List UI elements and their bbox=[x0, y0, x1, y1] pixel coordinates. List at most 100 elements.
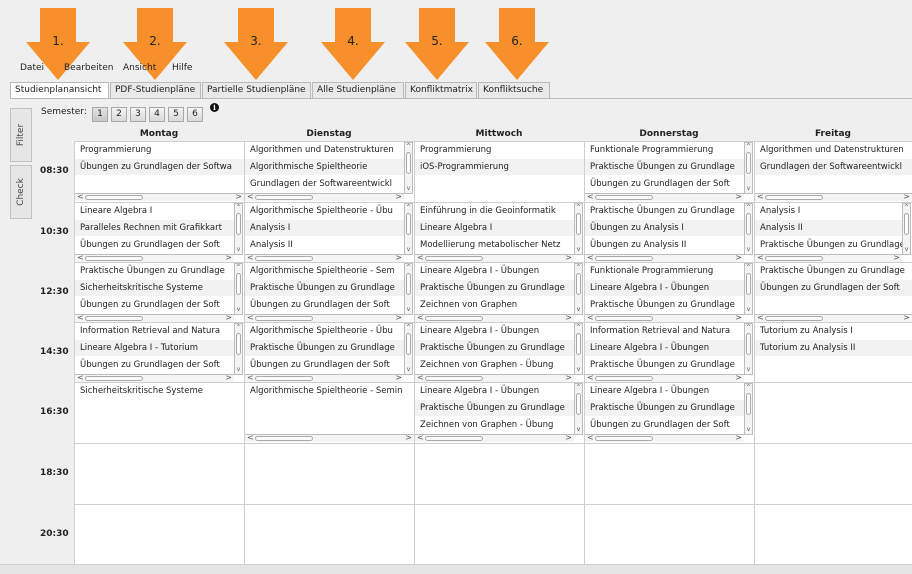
semester-button-2[interactable]: 2 bbox=[111, 107, 127, 122]
horizontal-scrollbar[interactable]: < > bbox=[75, 192, 244, 201]
course-entry[interactable]: Programmierung bbox=[420, 145, 491, 155]
course-entry[interactable]: Lineare Algebra I - Übungen bbox=[420, 266, 539, 276]
horizontal-scrollbar[interactable]: < > bbox=[415, 313, 574, 322]
scroll-right-arrow[interactable]: > bbox=[235, 192, 242, 201]
scroll-down-arrow[interactable]: v bbox=[405, 246, 412, 253]
semester-button-3[interactable]: 3 bbox=[130, 107, 146, 122]
course-entry[interactable]: Übungen zu Grundlagen der Soft bbox=[250, 300, 390, 310]
scroll-left-arrow[interactable]: < bbox=[587, 313, 594, 322]
horizontal-scrollbar[interactable]: < > bbox=[585, 192, 744, 201]
scroll-thumb[interactable] bbox=[576, 273, 581, 295]
course-entry[interactable]: Zeichnen von Graphen - Übung bbox=[420, 420, 553, 430]
scroll-left-arrow[interactable]: < bbox=[77, 192, 84, 201]
scroll-right-arrow[interactable]: > bbox=[395, 373, 402, 382]
scroll-thumb[interactable] bbox=[425, 316, 483, 321]
course-entry[interactable]: Algorithmen und Datenstrukturen bbox=[250, 145, 394, 155]
course-entry[interactable]: Tutorium zu Analysis I bbox=[760, 326, 853, 336]
scroll-left-arrow[interactable]: < bbox=[757, 313, 764, 322]
scroll-down-arrow[interactable]: v bbox=[745, 426, 752, 433]
course-entry[interactable]: Grundlagen der Softwareentwickl bbox=[250, 179, 392, 189]
scroll-right-arrow[interactable]: > bbox=[735, 373, 742, 382]
vertical-scrollbar[interactable]: ^ v bbox=[744, 323, 753, 375]
scroll-left-arrow[interactable]: < bbox=[587, 192, 594, 201]
scroll-up-arrow[interactable]: ^ bbox=[745, 324, 752, 331]
semester-button-6[interactable]: 6 bbox=[187, 107, 203, 122]
scroll-thumb[interactable] bbox=[85, 195, 143, 200]
course-entry[interactable]: Übungen zu Grundlagen der Soft bbox=[760, 283, 900, 293]
horizontal-scrollbar[interactable]: < > bbox=[585, 433, 744, 442]
vertical-scrollbar[interactable]: ^ v bbox=[404, 263, 413, 315]
course-entry[interactable]: Praktische Übungen zu Grundlage bbox=[590, 300, 735, 310]
course-entry[interactable]: Modellierung metabolischer Netz bbox=[420, 240, 561, 250]
scroll-left-arrow[interactable]: < bbox=[587, 373, 594, 382]
course-entry[interactable]: Übungen zu Grundlagen der Soft bbox=[80, 240, 220, 250]
scroll-thumb[interactable] bbox=[746, 333, 751, 355]
scroll-thumb[interactable] bbox=[236, 213, 241, 235]
horizontal-scrollbar[interactable]: < > bbox=[755, 192, 912, 201]
scroll-thumb[interactable] bbox=[746, 273, 751, 295]
course-entry[interactable]: Algorithmen und Datenstrukturen bbox=[760, 145, 904, 155]
scroll-thumb[interactable] bbox=[236, 273, 241, 295]
scroll-right-arrow[interactable]: > bbox=[395, 313, 402, 322]
horizontal-scrollbar[interactable]: < > bbox=[75, 253, 234, 262]
tab-partielle-studienplaene[interactable]: Partielle Studienpläne bbox=[202, 82, 311, 99]
scroll-left-arrow[interactable]: < bbox=[417, 253, 424, 262]
course-entry[interactable]: Grundlagen der Softwareentwickl bbox=[760, 162, 902, 172]
course-entry[interactable]: Analysis I bbox=[760, 206, 800, 216]
scroll-left-arrow[interactable]: < bbox=[587, 253, 594, 262]
course-entry[interactable]: Übungen zu Grundlagen der Soft bbox=[250, 360, 390, 370]
scroll-thumb[interactable] bbox=[576, 213, 581, 235]
horizontal-scrollbar[interactable]: < > bbox=[245, 253, 404, 262]
course-entry[interactable]: Praktische Übungen zu Grundlage bbox=[590, 403, 735, 413]
scroll-up-arrow[interactable]: ^ bbox=[745, 143, 752, 150]
scroll-thumb[interactable] bbox=[85, 376, 143, 381]
scroll-thumb[interactable] bbox=[255, 376, 313, 381]
course-entry[interactable]: Praktische Übungen zu Grundlage bbox=[250, 343, 395, 353]
scroll-up-arrow[interactable]: ^ bbox=[575, 264, 582, 271]
scroll-down-arrow[interactable]: v bbox=[575, 426, 582, 433]
scroll-left-arrow[interactable]: < bbox=[247, 313, 254, 322]
course-entry[interactable]: Übungen zu Analysis II bbox=[590, 240, 686, 250]
scroll-right-arrow[interactable]: > bbox=[225, 373, 232, 382]
scroll-left-arrow[interactable]: < bbox=[77, 253, 84, 262]
course-entry[interactable]: Übungen zu Analysis I bbox=[590, 223, 684, 233]
course-entry[interactable]: Übungen zu Grundlagen der Soft bbox=[80, 300, 220, 310]
course-entry[interactable]: Sicherheitskritische Systeme bbox=[80, 386, 203, 396]
semester-button-5[interactable]: 5 bbox=[168, 107, 184, 122]
course-entry[interactable]: Sicherheitskritische Systeme bbox=[80, 283, 203, 293]
scroll-down-arrow[interactable]: v bbox=[745, 246, 752, 253]
scroll-right-arrow[interactable]: > bbox=[903, 192, 910, 201]
horizontal-scrollbar[interactable]: < > bbox=[415, 253, 574, 262]
course-entry[interactable]: Praktische Übungen zu Grundlage bbox=[80, 266, 225, 276]
scroll-thumb[interactable] bbox=[255, 256, 313, 261]
scroll-down-arrow[interactable]: v bbox=[235, 306, 242, 313]
scroll-left-arrow[interactable]: < bbox=[757, 192, 764, 201]
scroll-right-arrow[interactable]: > bbox=[735, 313, 742, 322]
scroll-up-arrow[interactable]: ^ bbox=[903, 204, 910, 211]
course-entry[interactable]: Algorithmische Spieltheorie - Semin bbox=[250, 386, 403, 396]
scroll-up-arrow[interactable]: ^ bbox=[745, 384, 752, 391]
scroll-up-arrow[interactable]: ^ bbox=[745, 204, 752, 211]
scroll-left-arrow[interactable]: < bbox=[247, 192, 254, 201]
scroll-left-arrow[interactable]: < bbox=[417, 313, 424, 322]
scroll-thumb[interactable] bbox=[595, 376, 653, 381]
scroll-down-arrow[interactable]: v bbox=[235, 366, 242, 373]
horizontal-scrollbar[interactable]: < > bbox=[755, 313, 912, 322]
scroll-thumb[interactable] bbox=[765, 316, 823, 321]
course-entry[interactable]: Lineare Algebra I - Tutorium bbox=[80, 343, 198, 353]
scroll-up-arrow[interactable]: ^ bbox=[235, 204, 242, 211]
vertical-scrollbar[interactable]: ^ v bbox=[574, 383, 583, 435]
scroll-up-arrow[interactable]: ^ bbox=[405, 264, 412, 271]
course-entry[interactable]: Zeichnen von Graphen bbox=[420, 300, 517, 310]
course-entry[interactable]: iOS-Programmierung bbox=[420, 162, 509, 172]
scroll-left-arrow[interactable]: < bbox=[417, 373, 424, 382]
course-entry[interactable]: Übungen zu Grundlagen der Soft bbox=[590, 420, 730, 430]
scroll-thumb[interactable] bbox=[255, 195, 313, 200]
scroll-thumb[interactable] bbox=[255, 316, 313, 321]
vertical-scrollbar[interactable]: ^ v bbox=[902, 203, 911, 255]
scroll-thumb[interactable] bbox=[765, 195, 823, 200]
scroll-up-arrow[interactable]: ^ bbox=[235, 324, 242, 331]
scroll-right-arrow[interactable]: > bbox=[565, 373, 572, 382]
vertical-scrollbar[interactable]: ^ v bbox=[574, 203, 583, 255]
course-entry[interactable]: Praktische Übungen zu Grundlage bbox=[420, 283, 565, 293]
